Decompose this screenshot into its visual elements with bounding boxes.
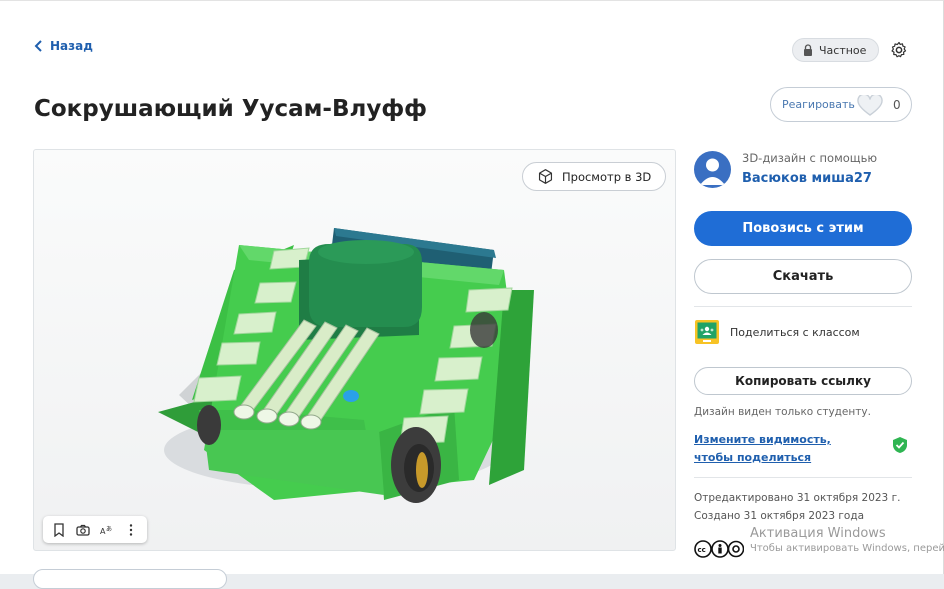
back-label: Назад — [50, 39, 93, 53]
reaction-count: 0 — [893, 98, 901, 112]
gear-icon[interactable] — [890, 41, 908, 59]
chevron-left-icon — [34, 40, 42, 52]
heart-icon — [857, 95, 883, 116]
camera-icon[interactable] — [74, 521, 92, 539]
change-visibility-link[interactable]: Измените видимость, чтобы поделиться — [694, 431, 864, 467]
privacy-label: Частное — [819, 43, 867, 57]
avatar[interactable] — [694, 151, 731, 188]
created-date: Создано 31 октября 2023 года — [694, 510, 865, 522]
tinker-this-button[interactable]: Повозись с этим — [694, 211, 912, 246]
translate-icon[interactable]: Aあ — [98, 521, 116, 539]
lock-icon — [804, 44, 812, 56]
back-link[interactable]: Назад — [34, 39, 93, 53]
react-label: Реагировать — [782, 98, 855, 111]
creative-commons-license-icon[interactable]: cc — [694, 540, 744, 558]
react-button[interactable]: Реагировать 0 — [770, 87, 912, 122]
windows-activation-title: Активация Windows — [750, 526, 886, 541]
view-3d-button[interactable]: Просмотр в 3D — [522, 162, 667, 191]
view-3d-label: Просмотр в 3D — [562, 169, 652, 184]
shield-check-icon — [893, 437, 907, 453]
bookmark-icon[interactable] — [50, 521, 68, 539]
download-button[interactable]: Скачать — [694, 259, 912, 294]
more-options-icon[interactable] — [122, 521, 140, 539]
made-with-label: 3D-дизайн с помощью — [742, 151, 878, 165]
google-classroom-icon — [695, 320, 719, 344]
divider — [694, 306, 912, 307]
windows-activation-subtitle: Чтобы активировать Windows, перейдите — [750, 543, 944, 554]
svg-text:あ: あ — [106, 526, 112, 533]
bottom-action-button[interactable] — [33, 569, 227, 589]
edited-date: Отредактировано 31 октября 2023 г. — [694, 492, 901, 504]
author-link[interactable]: Васюков миша27 — [742, 171, 872, 186]
cube-icon — [538, 169, 553, 184]
share-classroom-label: Поделиться с классом — [730, 325, 860, 339]
svg-text:cc: cc — [698, 546, 706, 554]
model-preview[interactable]: Просмотр в 3D Aあ — [33, 149, 676, 551]
divider — [694, 477, 912, 478]
visibility-note: Дизайн виден только студенту. — [694, 406, 871, 418]
share-classroom-button[interactable]: Поделиться с классом — [694, 319, 860, 345]
copy-link-button[interactable]: Копировать ссылку — [694, 367, 912, 395]
viewer-toolbar: Aあ — [43, 516, 147, 543]
tank-model-render — [158, 228, 534, 503]
design-page: Назад Частное Сокрушающий Уусам-Влуфф Ре… — [0, 0, 944, 589]
privacy-badge[interactable]: Частное — [792, 38, 880, 62]
page-title: Сокрушающий Уусам-Влуфф — [34, 96, 427, 122]
